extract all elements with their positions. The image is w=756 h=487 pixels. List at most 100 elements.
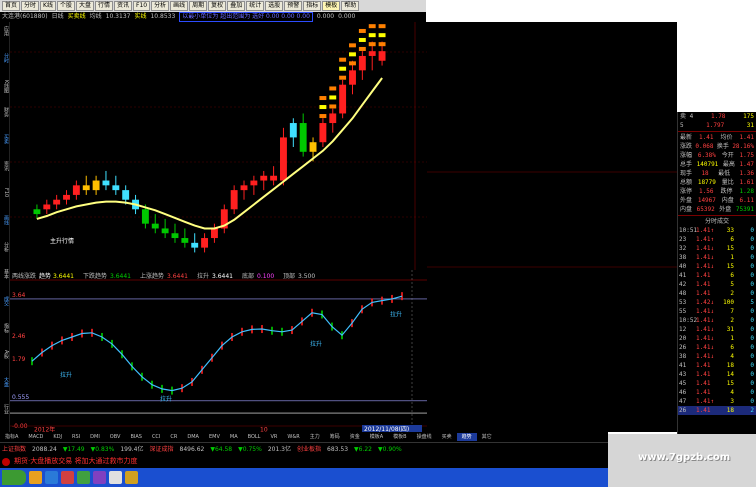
indicator-tab-0[interactable]: 指标A (0, 433, 23, 441)
tick-row[interactable]: 38 1.41↓ 4 0 (678, 352, 756, 361)
indicator-tab-6[interactable]: BIAS (125, 433, 147, 441)
indicator-tab-9[interactable]: DMA (182, 433, 204, 441)
left-tab-2[interactable]: K线图 (1, 80, 9, 93)
stat-label: 总额 (680, 179, 693, 186)
ind-header-value: 3.6441 (212, 273, 233, 280)
tool-icon[interactable] (93, 471, 106, 484)
tick-row[interactable]: 55 1.41↓ 7 0 (678, 307, 756, 316)
indicator-tab-8[interactable]: CR (165, 433, 182, 441)
indicator-tab-17[interactable]: 资金 (345, 433, 365, 441)
tick-row[interactable]: 10:52 1.41↓ 2 0 (678, 316, 756, 325)
toolbar-button-11[interactable]: 复权 (208, 1, 227, 11)
indicator-tab-12[interactable]: BOLL (243, 433, 266, 441)
indicator-tab-2[interactable]: KDJ (48, 433, 67, 441)
tick-row[interactable]: 32 1.41↓ 15 0 (678, 244, 756, 253)
left-tab-12[interactable]: A股 (1, 350, 9, 358)
tick-row[interactable]: 26 1.41↓ 6 0 (678, 343, 756, 352)
tick-side: 0 (750, 326, 754, 333)
toolbar-button-18[interactable]: 帮助 (341, 1, 360, 11)
left-tab-3[interactable]: 财务 (1, 107, 9, 117)
indicator-tab-20[interactable]: 操盘线 (412, 433, 437, 441)
news-text[interactable]: 期货·大盘播放交易 将加大通过救市力度 (14, 456, 137, 467)
ind-label: 拉升 (60, 371, 72, 379)
toolbar-button-12[interactable]: 叠加 (227, 1, 246, 11)
doc-icon[interactable] (109, 471, 122, 484)
tick-row[interactable]: 38 1.41↓ 1 0 (678, 253, 756, 262)
tick-volume: 4 (730, 389, 734, 396)
left-tab-7[interactable]: 画线 (1, 215, 9, 225)
tick-row[interactable]: 41 1.41 6 0 (678, 271, 756, 280)
left-tab-6[interactable]: F10 (1, 188, 9, 197)
left-tab-1[interactable]: 分时 (1, 53, 9, 63)
indicator-tab-15[interactable]: 主力 (305, 433, 325, 441)
toolbar-button-2[interactable]: K线 (40, 1, 56, 11)
toolbar-button-10[interactable]: 周期 (189, 1, 208, 11)
left-tab-8[interactable]: 分析 (1, 242, 9, 252)
indicator-tab-4[interactable]: DMI (85, 433, 105, 441)
toolbar-button-1[interactable]: 分时 (21, 1, 40, 11)
left-tab-4[interactable]: 买卖 (1, 134, 9, 144)
left-tab-11[interactable]: 指标 (1, 323, 9, 333)
indicator-tab-10[interactable]: EMV (204, 433, 225, 441)
indicator-tab-19[interactable]: 模板B (388, 433, 411, 441)
tick-row[interactable]: 46 1.41 4 0 (678, 388, 756, 397)
toolbar-button-9[interactable]: 画线 (170, 1, 189, 11)
indicator-tab-5[interactable]: OBV (105, 433, 126, 441)
toolbar-button-15[interactable]: 预警 (284, 1, 303, 11)
toolbar-button-14[interactable]: 选股 (265, 1, 284, 11)
toolbar-button-3[interactable]: 个股 (56, 1, 75, 11)
left-tab-10[interactable]: 成交 (1, 296, 9, 306)
left-tab-5[interactable]: 资讯 (1, 161, 9, 171)
toolbar-button-0[interactable]: 首页 (2, 1, 21, 11)
toolbar-button-5[interactable]: 行情 (95, 1, 114, 11)
tick-row[interactable]: 12 1.41↓ 31 0 (678, 325, 756, 334)
tick-row[interactable]: 26 1.41 18 2 (678, 406, 756, 415)
media-icon[interactable] (77, 471, 90, 484)
tick-volume: 6 (730, 272, 734, 279)
toolbar-button-16[interactable]: 指标 (303, 1, 322, 11)
left-tab-13[interactable]: 大盘 (1, 377, 9, 387)
indicator-tab-22[interactable]: 趋势 (456, 433, 477, 441)
toolbar-button-8[interactable]: 分析 (151, 1, 170, 11)
tick-row[interactable]: 41 1.41 18 0 (678, 361, 756, 370)
tick-row[interactable]: 23 1.41↑ 6 0 (678, 235, 756, 244)
tick-side: 0 (750, 281, 754, 288)
app-icon[interactable] (61, 471, 74, 484)
indicator-tab-23[interactable]: 其它 (477, 433, 497, 441)
browser-icon[interactable] (45, 471, 58, 484)
indicator-tab-7[interactable]: CCI (147, 433, 165, 441)
tick-row[interactable]: 40 1.41↓ 15 0 (678, 262, 756, 271)
left-tab-0[interactable]: 应用 (1, 26, 9, 36)
indicator-tab-21[interactable]: 买卖 (437, 433, 457, 441)
indicator-tab-11[interactable]: MA (225, 433, 243, 441)
tick-row[interactable]: 45 1.41 15 0 (678, 379, 756, 388)
tick-row[interactable]: 53 1.42↓ 100 5 (678, 298, 756, 307)
indicator-tab-3[interactable]: RSI (67, 433, 85, 441)
indicator-tab-18[interactable]: 模板A (365, 433, 388, 441)
indicator-tab-13[interactable]: VR (265, 433, 282, 441)
index-item: 深证成指 (149, 445, 174, 453)
quote-label: 5 (680, 122, 684, 129)
tick-time: 55 (679, 308, 687, 315)
indicator-tab-14[interactable]: W&R (282, 433, 304, 441)
tick-row[interactable]: 43 1.41 14 0 (678, 370, 756, 379)
tick-row[interactable]: 48 1.41 2 0 (678, 289, 756, 298)
left-tab-14[interactable]: 行业 (1, 404, 9, 414)
indicator-tab-16[interactable]: 筹码 (325, 433, 345, 441)
formula-box[interactable]: 以最小单位为 超出范围为 选好 0.00 0.00 0.00 (179, 12, 313, 22)
toolbar-button-4[interactable]: 大盘 (75, 1, 94, 11)
start-button[interactable] (2, 470, 26, 485)
toolbar-button-6[interactable]: 资讯 (114, 1, 133, 11)
left-tab-9[interactable]: 基本 (1, 269, 9, 279)
chat-icon[interactable] (125, 471, 138, 484)
toolbar-button-17[interactable]: 模板 (322, 1, 341, 11)
toolbar-button-13[interactable]: 统计 (246, 1, 265, 11)
tick-row[interactable]: 42 1.41 5 0 (678, 280, 756, 289)
toolbar-button-7[interactable]: F10 (133, 1, 151, 11)
indicator-tab-1[interactable]: MACD (23, 433, 48, 441)
tick-row[interactable]: 47 1.41↑ 3 0 (678, 397, 756, 406)
tick-time: 42 (679, 281, 687, 288)
tick-row[interactable]: 10:51 1.41↑ 33 0 (678, 226, 756, 235)
folder-icon[interactable] (29, 471, 42, 484)
tick-row[interactable]: 20 1.41↓ 1 0 (678, 334, 756, 343)
